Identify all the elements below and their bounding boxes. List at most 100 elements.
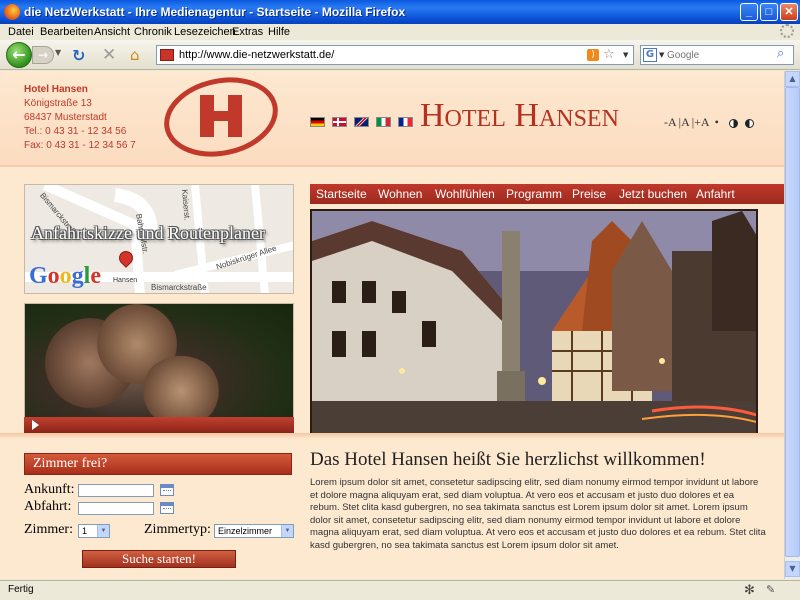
departure-calendar-icon[interactable] [160, 502, 174, 514]
reload-button[interactable]: ↻ [72, 46, 85, 65]
search-icon[interactable]: ⌕ [777, 46, 784, 61]
title-bar: die NetzWerkstatt - Ihre Medienagentur -… [0, 0, 800, 24]
menu-chronik[interactable]: Chronik [134, 26, 172, 38]
arrival-calendar-icon[interactable] [160, 484, 174, 496]
bookmark-star-icon[interactable]: ☆ [603, 47, 615, 62]
family-video[interactable] [24, 303, 294, 433]
nav-item-jetzt-buchen[interactable]: Jetzt buchen [619, 187, 687, 201]
font-normal-button[interactable]: A [681, 115, 690, 129]
roomtype-select[interactable]: Einzelzimmer ▼ [214, 524, 294, 538]
vertical-scrollbar[interactable]: ▲ ▼ [784, 71, 800, 579]
page-title: Hotel Hansen [420, 97, 619, 134]
welcome-heading: Das Hotel Hansen heißt Sie herzlichst wi… [310, 449, 706, 470]
main-photo [310, 209, 758, 435]
window-title: die NetzWerkstatt - Ihre Medienagentur -… [24, 5, 406, 19]
separator-dot: • [714, 115, 719, 129]
engine-dropdown-icon[interactable]: ▼ [659, 51, 664, 59]
status-bar: Fertig ✻ ✎ [0, 580, 800, 600]
contrast-light-icon[interactable] [728, 118, 738, 128]
search-input[interactable] [667, 48, 775, 62]
scroll-down-icon[interactable]: ▼ [785, 561, 800, 577]
page-viewport: Hotel Hansen Königstraße 13 68437 Muster… [0, 71, 784, 579]
address-street: Königstraße 13 [24, 98, 92, 109]
menu-extras[interactable]: Extras [232, 26, 263, 38]
flag-gb-icon[interactable] [354, 117, 369, 127]
address-phone: Tel.: 0 43 31 - 12 34 56 [24, 126, 127, 137]
rooms-label: Zimmer: [24, 522, 73, 537]
search-bar[interactable]: G ▼ ⌕ [640, 45, 794, 65]
nav-item-anfahrt[interactable]: Anfahrt [696, 187, 735, 201]
nav-item-startseite[interactable]: Startseite [316, 187, 367, 201]
arrival-date-input[interactable] [78, 484, 154, 497]
booking-header: Zimmer frei? [24, 453, 292, 475]
departure-date-input[interactable] [78, 502, 154, 515]
flag-it-icon[interactable] [376, 117, 391, 127]
hotel-address: Hotel Hansen Königstraße 13 68437 Muster… [24, 83, 136, 153]
search-rooms-button[interactable]: Suche starten! [82, 550, 236, 568]
map-title: Anfahrtskizze und Routenplaner [31, 223, 265, 243]
flag-dk-icon[interactable] [332, 117, 347, 127]
scroll-up-icon[interactable]: ▲ [785, 71, 800, 87]
menu-bearbeiten[interactable]: Bearbeiten [40, 26, 93, 38]
street-label: Bismarckstraße [151, 283, 207, 292]
arrival-label: Ankunft: [24, 482, 75, 497]
nav-item-wohnen[interactable]: Wohnen [378, 187, 422, 201]
map-pin-label: Hansen [113, 277, 138, 284]
rooms-select[interactable]: 1 ▼ [78, 524, 110, 538]
address-name: Hotel Hansen [24, 84, 88, 95]
firefox-icon [4, 4, 20, 20]
menu-ansicht[interactable]: Ansicht [94, 26, 130, 38]
route-map[interactable]: Bismarckstraße Bismarckstraße Nobiskrüge… [24, 184, 294, 294]
stop-button[interactable]: ✕ [102, 45, 116, 65]
url-bar[interactable]: http://www.die-netzwerkstatt.de/ ) ☆ ▼ [156, 45, 634, 65]
pencil-icon[interactable]: ✎ [766, 583, 775, 596]
google-engine-icon[interactable]: G [643, 48, 657, 62]
face-image [141, 356, 221, 426]
address-city: 68437 Musterstadt [24, 112, 107, 123]
history-dropdown-icon[interactable]: ▼ [55, 48, 61, 57]
flag-de-icon[interactable] [310, 117, 325, 127]
chevron-down-icon[interactable]: ▼ [97, 525, 109, 537]
chevron-down-icon[interactable]: ▼ [281, 525, 293, 537]
nav-item-programm[interactable]: Programm [506, 187, 562, 201]
font-larger-button[interactable]: +A [694, 115, 709, 129]
accessibility-controls: -A |A |+A • [664, 115, 756, 130]
forward-button[interactable]: → [32, 46, 54, 64]
town-scene-graphic [312, 211, 756, 433]
menu-datei[interactable]: Datei [8, 26, 34, 38]
navigation-toolbar: ← → ▼ ↻ ✕ ⌂ http://www.die-netzwerkstatt… [0, 40, 800, 70]
roomtype-label: Zimmertyp: [144, 522, 211, 537]
play-icon[interactable] [32, 420, 39, 430]
contrast-dark-icon[interactable] [744, 118, 754, 128]
welcome-text: Lorem ipsum dolor sit amet, consetetur s… [310, 477, 766, 551]
home-button[interactable]: ⌂ [130, 46, 140, 64]
site-favicon-icon [160, 49, 174, 61]
close-button[interactable]: ✕ [780, 3, 798, 21]
font-smaller-button[interactable]: -A [664, 115, 677, 129]
language-selector [310, 115, 420, 128]
flag-fr-icon[interactable] [398, 117, 413, 127]
status-text: Fertig [8, 584, 34, 595]
content-divider [0, 433, 784, 439]
departure-label: Abfahrt: [24, 499, 72, 514]
maximize-button[interactable]: □ [760, 3, 778, 21]
url-dropdown-icon[interactable]: ▼ [623, 51, 628, 59]
menu-lesezeichen[interactable]: Lesezeichen [174, 26, 236, 38]
minimize-button[interactable]: _ [740, 3, 758, 21]
hotel-logo [164, 77, 278, 157]
menu-hilfe[interactable]: Hilfe [268, 26, 290, 38]
scroll-thumb[interactable] [785, 87, 800, 557]
rss-feed-icon[interactable]: ) [587, 49, 599, 61]
nav-item-preise[interactable]: Preise [572, 187, 606, 201]
back-button[interactable]: ← [6, 42, 32, 68]
video-controls [24, 417, 294, 433]
firebug-icon[interactable]: ✻ [744, 582, 755, 598]
google-logo: Google [29, 263, 101, 289]
nav-item-wohlfuehlen[interactable]: Wohlfühlen [435, 187, 495, 201]
roomtype-select-value: Einzelzimmer [218, 526, 273, 536]
menu-bar: Datei Bearbeiten Ansicht Chronik Lesezei… [0, 24, 800, 40]
address-fax: Fax: 0 43 31 - 12 34 56 7 [24, 140, 136, 151]
rooms-select-value: 1 [82, 526, 88, 536]
url-text[interactable]: http://www.die-netzwerkstatt.de/ [179, 49, 334, 61]
throbber-icon [780, 24, 794, 38]
